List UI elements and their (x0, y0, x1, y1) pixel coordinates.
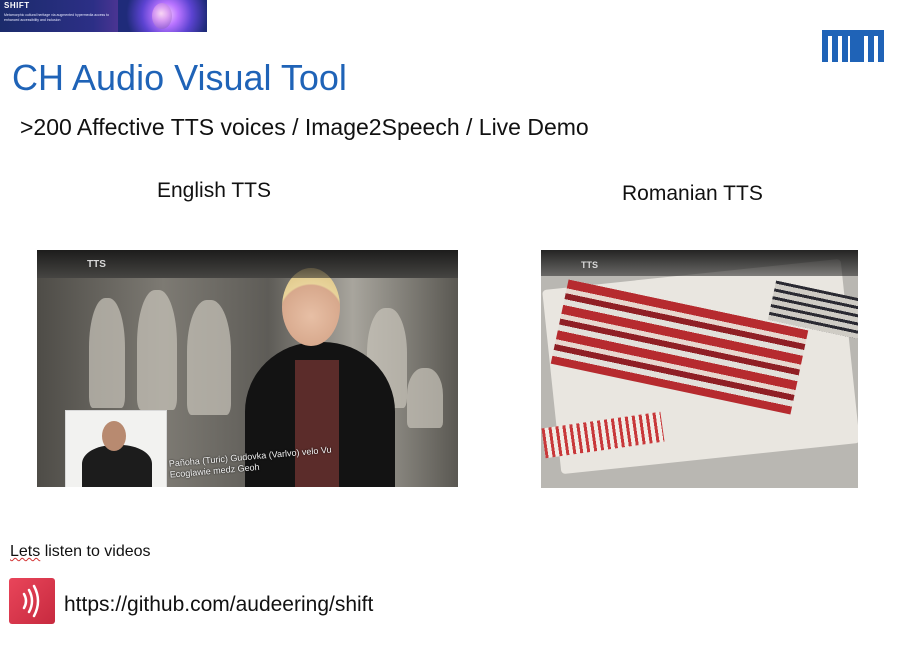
english-tts-label: English TTS (157, 179, 271, 202)
mural-figure (187, 300, 231, 415)
romanian-tts-video[interactable]: TTS (541, 250, 858, 488)
signer-head (102, 421, 126, 451)
video-title-bar: TTS (37, 250, 458, 278)
banner-tagline: Metamorphic cultural heritage via augmen… (4, 13, 110, 22)
banner-title: SHIFT (4, 1, 30, 10)
github-link[interactable]: https://github.com/audeering/shift (64, 593, 373, 617)
signer-body (82, 445, 152, 487)
listen-caption: Lets listen to videos (10, 543, 151, 561)
audio-waves-glyph (22, 584, 40, 618)
mural-figure (89, 298, 125, 408)
listen-caption-rest: listen to videos (40, 543, 151, 560)
shift-banner: SHIFT Metamorphic cultural heritage via … (0, 0, 207, 32)
speaker-waves-icon[interactable] (9, 578, 55, 624)
hand-sculpture (407, 368, 443, 428)
tum-logo (822, 30, 884, 62)
slide-subtitle: >200 Affective TTS voices / Image2Speech… (20, 114, 589, 140)
video-overlay-label: TTS (581, 260, 598, 270)
english-tts-video[interactable]: Pañoha (Turic) Gudovka (Varlvo) velo Vu … (37, 250, 458, 487)
slide-title: CH Audio Visual Tool (12, 57, 347, 98)
banner-face-art (152, 3, 172, 29)
mural-figure (137, 290, 177, 410)
sign-language-inset (65, 410, 167, 487)
spellcheck-word: Lets (10, 543, 41, 560)
video-overlay-label: TTS (87, 259, 106, 270)
romanian-tts-label: Romanian TTS (622, 182, 763, 205)
presenter-head (282, 268, 340, 346)
video-title-bar: TTS (541, 250, 858, 276)
